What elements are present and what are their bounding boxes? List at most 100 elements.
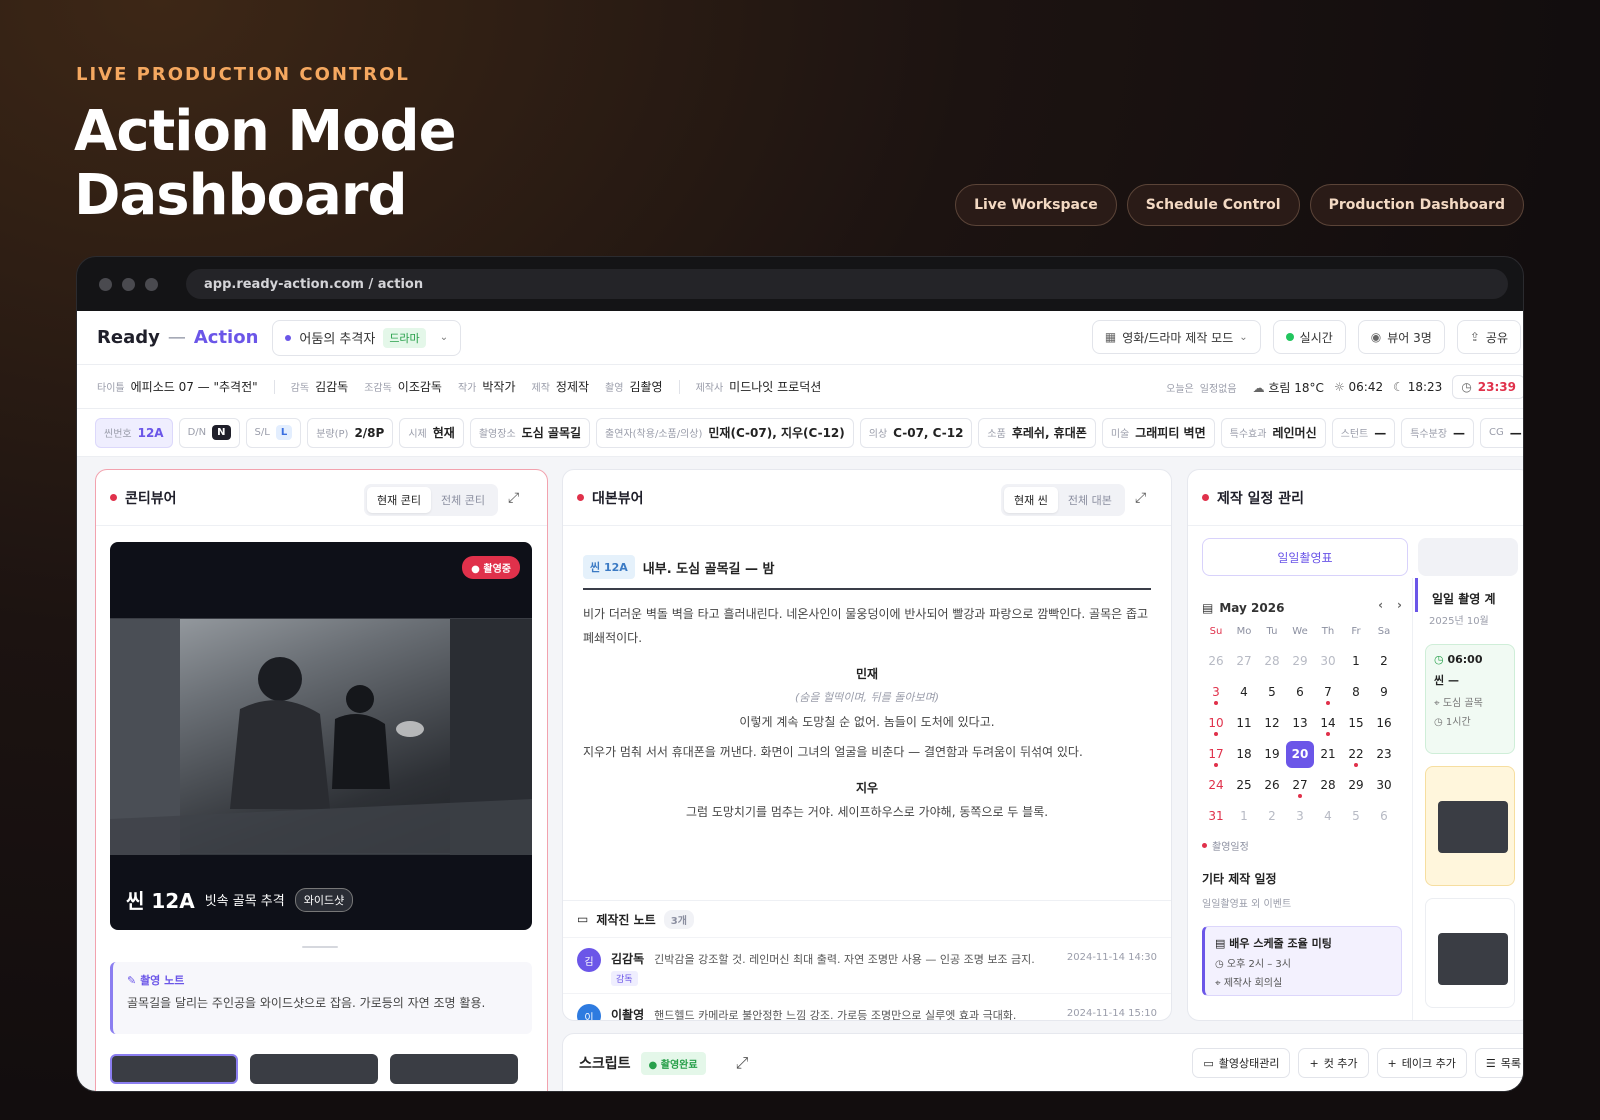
shooting-card[interactable]: ◷ 06:00 씬 — ⌖ 도심 골목 ◷ 1시간 xyxy=(1425,644,1515,754)
storyboard-thumbnail[interactable] xyxy=(390,1054,518,1084)
calendar-day[interactable]: 5 xyxy=(1342,803,1370,830)
scene-chip[interactable]: 스턴트 — xyxy=(1331,417,1396,448)
tab-current-conti[interactable]: 현재 콘티 xyxy=(367,487,431,513)
calendar-day[interactable]: 30 xyxy=(1370,772,1398,799)
calendar-day[interactable]: 31 xyxy=(1202,803,1230,830)
tab-current-scene[interactable]: 현재 씬 xyxy=(1004,487,1058,513)
calendar-day[interactable]: 4 xyxy=(1314,803,1342,830)
calendar-day[interactable]: 6 xyxy=(1286,679,1314,706)
chevron-right-icon[interactable]: › xyxy=(1397,598,1402,612)
calendar-day[interactable]: 2 xyxy=(1258,803,1286,830)
calendar-day[interactable]: 14 xyxy=(1314,710,1342,737)
script-toolbar: 스크립트 ● 촬영완료 ⤢ ▭ 촬영상태관리 + 컷 추가 + 테이크 추가 ☰ 목록 xyxy=(562,1033,1523,1091)
calendar-day[interactable]: 18 xyxy=(1230,741,1258,768)
calendar-day[interactable]: 28 xyxy=(1258,648,1286,675)
storyboard-thumbnail[interactable] xyxy=(110,1054,238,1084)
note-item[interactable]: 김 김감독 긴박감을 강조할 것. 레인머신 최대 출력. 자연 조명만 사용 —… xyxy=(563,937,1171,993)
calendar-day[interactable]: 23 xyxy=(1370,741,1398,768)
event-card[interactable]: ▤ 배우 스케줄 조율 미팅 ◷ 오후 2시 – 3시 ⌖ 제작사 회의실 xyxy=(1202,926,1402,996)
calendar-day[interactable]: 19 xyxy=(1258,741,1286,768)
calendar-day[interactable]: 13 xyxy=(1286,710,1314,737)
address-bar[interactable]: app.ready-action.com / action xyxy=(186,269,1508,299)
calendar-day[interactable]: 1 xyxy=(1342,648,1370,675)
calendar-day[interactable]: 7 xyxy=(1314,679,1342,706)
calendar-day-today[interactable]: 20 xyxy=(1286,741,1314,768)
tab-full-script[interactable]: 전체 대본 xyxy=(1058,487,1122,513)
calendar-day[interactable]: 15 xyxy=(1342,710,1370,737)
calendar-day[interactable]: 5 xyxy=(1258,679,1286,706)
list-button[interactable]: ☰ 목록 xyxy=(1474,1048,1523,1078)
calendar-day[interactable]: 28 xyxy=(1314,772,1342,799)
calendar-day[interactable]: 29 xyxy=(1286,648,1314,675)
viewers-button[interactable]: ◉ 뷰어 3명 xyxy=(1357,320,1445,354)
card-duration: 1시간 xyxy=(1445,717,1471,728)
scene-chip[interactable]: 씬번호 12A xyxy=(95,417,173,448)
calendar-day[interactable]: 6 xyxy=(1370,803,1398,830)
calendar-day[interactable]: 12 xyxy=(1258,710,1286,737)
scene-title: 빗속 골목 추격 xyxy=(204,894,285,909)
calendar-day[interactable]: 26 xyxy=(1202,648,1230,675)
secondary-button[interactable] xyxy=(1418,538,1518,576)
calendar-day[interactable]: 9 xyxy=(1370,679,1398,706)
calendar-day[interactable]: 3 xyxy=(1286,803,1314,830)
note-item[interactable]: 이 이촬영 핸드헬드 카메라로 불안정한 느낌 강조. 가로등 조명만으로 실루엣… xyxy=(563,993,1171,1020)
scene-chip[interactable]: 소품 후레쉬, 휴대폰 xyxy=(978,417,1096,448)
shooting-card[interactable] xyxy=(1425,898,1515,1008)
calendar-day[interactable]: 21 xyxy=(1314,741,1342,768)
calendar-day[interactable]: 10 xyxy=(1202,710,1230,737)
brand-logo[interactable]: Ready — Action xyxy=(97,327,258,348)
calendar-day[interactable]: 11 xyxy=(1230,710,1258,737)
meta-key: 촬영 xyxy=(605,383,624,394)
calendar-day[interactable]: 27 xyxy=(1286,772,1314,799)
project-genre-tag: 드라마 xyxy=(383,327,426,348)
pill-live-workspace[interactable]: Live Workspace xyxy=(955,184,1117,226)
storyboard-thumbnail[interactable] xyxy=(250,1054,378,1084)
calendar-day[interactable]: 8 xyxy=(1342,679,1370,706)
window-dot-close[interactable] xyxy=(99,277,112,291)
calendar-day[interactable]: 4 xyxy=(1230,679,1258,706)
calendar-day[interactable]: 16 xyxy=(1370,710,1398,737)
calendar-day[interactable]: 26 xyxy=(1258,772,1286,799)
pill-production-dashboard[interactable]: Production Dashboard xyxy=(1309,184,1524,226)
hero-title-line1: Action Mode xyxy=(74,99,457,164)
daily-sheet-button[interactable]: 일일촬영표 xyxy=(1202,538,1408,576)
scene-chip[interactable]: 특수효과 레인머신 xyxy=(1220,417,1326,448)
calendar-day[interactable]: 2 xyxy=(1370,648,1398,675)
scene-chip[interactable]: CG — xyxy=(1480,417,1523,448)
project-selector[interactable]: 어둠의 추격자 드라마 ⌄ xyxy=(272,319,462,356)
scene-chip[interactable]: S/L L xyxy=(245,417,302,448)
scene-chip[interactable]: 출연자(착용/소품/의상) 민재(C-07), 지우(C-12) xyxy=(596,417,854,448)
calendar-day[interactable]: 1 xyxy=(1230,803,1258,830)
shooting-card[interactable] xyxy=(1425,766,1515,886)
calendar-day[interactable]: 30 xyxy=(1314,648,1342,675)
add-cut-button[interactable]: + 컷 추가 xyxy=(1298,1048,1369,1078)
calendar-day[interactable]: 24 xyxy=(1202,772,1230,799)
calendar-day[interactable]: 29 xyxy=(1342,772,1370,799)
calendar-day[interactable]: 27 xyxy=(1230,648,1258,675)
calendar-day[interactable]: 25 xyxy=(1230,772,1258,799)
share-button[interactable]: ⇪ 공유 xyxy=(1456,320,1521,354)
scene-chip[interactable]: 특수분장 — xyxy=(1401,417,1475,448)
expand-icon[interactable]: ⤢ xyxy=(1135,490,1146,506)
shoot-status-button[interactable]: ▭ 촬영상태관리 xyxy=(1192,1048,1291,1078)
scene-chip[interactable]: D/N N xyxy=(178,417,240,448)
realtime-toggle[interactable]: 실시간 xyxy=(1272,320,1346,354)
scene-chip[interactable]: 미술 그래피티 벽면 xyxy=(1101,417,1215,448)
window-dot-minimize[interactable] xyxy=(122,277,135,291)
expand-icon[interactable]: ⤢ xyxy=(736,1053,749,1073)
scene-chip[interactable]: 의상 C-07, C-12 xyxy=(859,417,973,448)
chevron-left-icon[interactable]: ‹ xyxy=(1378,598,1383,612)
expand-icon[interactable]: ⤢ xyxy=(508,490,519,506)
resize-handle[interactable] xyxy=(302,946,338,948)
scene-chip[interactable]: 촬영장소 도심 골목길 xyxy=(469,417,591,448)
tab-all-conti[interactable]: 전체 콘티 xyxy=(431,487,495,513)
calendar-day[interactable]: 22 xyxy=(1342,741,1370,768)
window-dot-maximize[interactable] xyxy=(145,277,158,291)
add-take-button[interactable]: + 테이크 추가 xyxy=(1376,1048,1467,1078)
scene-chip[interactable]: 시제 현재 xyxy=(399,417,464,448)
scene-chip[interactable]: 분량(P) 2/8P xyxy=(307,417,394,448)
pill-schedule-control[interactable]: Schedule Control xyxy=(1126,184,1300,226)
calendar-day[interactable]: 3 xyxy=(1202,679,1230,706)
calendar-day[interactable]: 17 xyxy=(1202,741,1230,768)
mode-selector[interactable]: ▦ 영화/드라마 제작 모드 ⌄ xyxy=(1091,320,1261,354)
